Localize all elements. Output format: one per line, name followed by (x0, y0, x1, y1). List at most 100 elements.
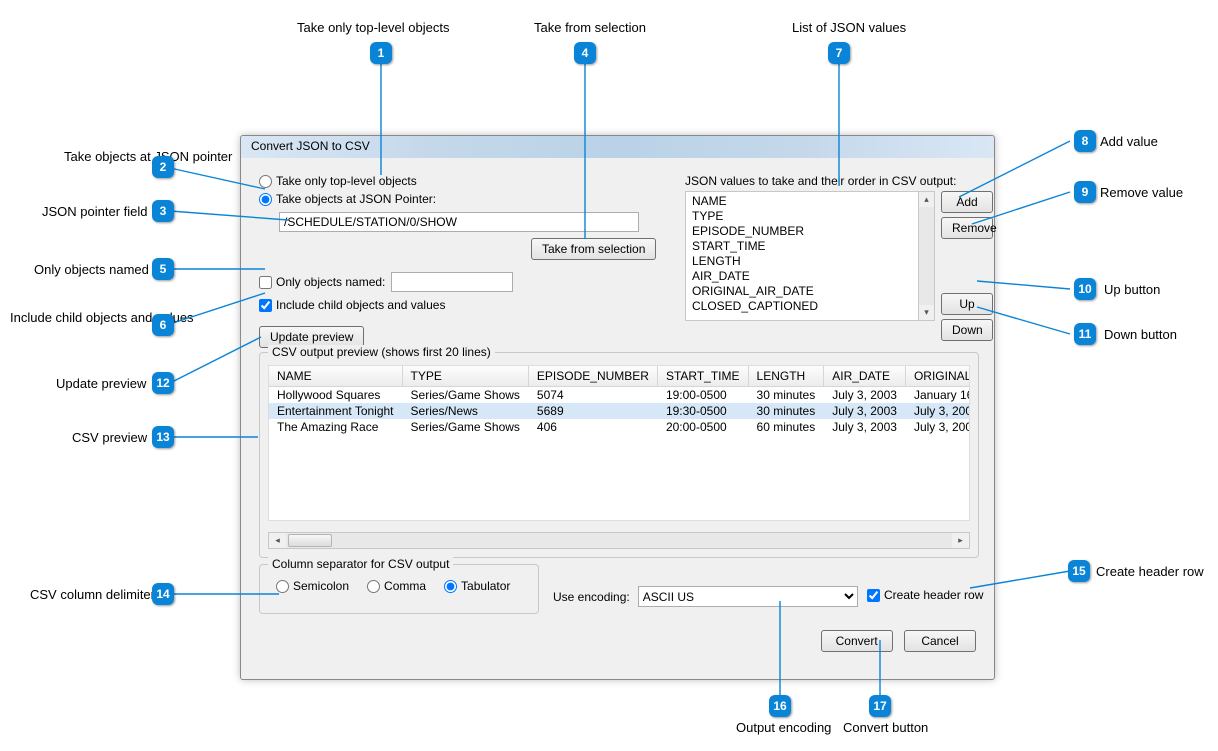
table-cell: July 3, 2003 (824, 403, 906, 419)
annotation-marker-12: 12 (152, 372, 174, 394)
dialog-title: Convert JSON to CSV (241, 136, 994, 158)
csv-preview-legend: CSV output preview (shows first 20 lines… (268, 345, 495, 359)
annotation-marker-10: 10 (1074, 278, 1096, 300)
annotation-label-11: Down button (1104, 327, 1177, 342)
annotation-marker-9: 9 (1074, 181, 1096, 203)
table-cell: Entertainment Tonight (269, 403, 402, 419)
table-header-cell[interactable]: ORIGINAL (905, 366, 970, 387)
include-child-objects-label: Include child objects and values (276, 298, 445, 312)
annotation-label-16: Output encoding (736, 720, 831, 735)
radio-semicolon[interactable] (276, 580, 289, 593)
scroll-left-arrow-icon[interactable]: ◂ (269, 533, 286, 548)
list-item[interactable]: EPISODE_NUMBER (692, 224, 912, 239)
convert-button[interactable]: Convert (821, 630, 893, 652)
checkbox-only-objects-named[interactable] (259, 276, 272, 289)
checkbox-create-header-row[interactable] (867, 589, 880, 602)
table-header-cell[interactable]: NAME (269, 366, 402, 387)
annotation-marker-15: 15 (1068, 560, 1090, 582)
checkbox-include-child-objects[interactable] (259, 299, 272, 312)
annotation-marker-13: 13 (152, 426, 174, 448)
table-row[interactable]: Entertainment TonightSeries/News568919:3… (269, 403, 970, 419)
annotation-label-3: JSON pointer field (42, 204, 146, 219)
table-cell: 19:00-0500 (657, 387, 748, 404)
table-cell: 30 minutes (748, 387, 824, 404)
table-cell: 5074 (528, 387, 657, 404)
annotation-marker-11: 11 (1074, 323, 1096, 345)
add-button[interactable]: Add (941, 191, 993, 213)
table-header-cell[interactable]: START_TIME (657, 366, 748, 387)
table-row[interactable]: Hollywood SquaresSeries/Game Shows507419… (269, 387, 970, 404)
table-cell: July 3, 2003 (824, 419, 906, 435)
annotation-label-10: Up button (1104, 282, 1160, 297)
listbox-scrollbar[interactable]: ▴ ▾ (918, 191, 935, 321)
annotation-marker-4: 4 (574, 42, 596, 64)
csv-preview-group: CSV output preview (shows first 20 lines… (259, 352, 979, 558)
radio-top-level-objects[interactable] (259, 175, 272, 188)
radio-json-pointer[interactable] (259, 193, 272, 206)
column-separator-group: Column separator for CSV output Semicolo… (259, 564, 539, 614)
up-button[interactable]: Up (941, 293, 993, 315)
cancel-button[interactable]: Cancel (904, 630, 976, 652)
only-objects-named-field[interactable] (391, 272, 513, 292)
table-header-cell[interactable]: EPISODE_NUMBER (528, 366, 657, 387)
radio-comma[interactable] (367, 580, 380, 593)
annotation-marker-5: 5 (152, 258, 174, 280)
radio-top-level-objects-label: Take only top-level objects (276, 174, 417, 188)
list-item[interactable]: LENGTH (692, 254, 912, 269)
preview-horizontal-scrollbar[interactable]: ◂ ▸ (268, 532, 970, 549)
annotation-label-1: Take only top-level objects (297, 20, 449, 35)
scroll-up-arrow-icon[interactable]: ▴ (919, 192, 934, 207)
table-cell: 406 (528, 419, 657, 435)
annotation-label-13: CSV preview (72, 430, 146, 445)
annotation-marker-2: 2 (152, 156, 174, 178)
annotation-label-4: Take from selection (534, 20, 646, 35)
convert-json-to-csv-dialog: Convert JSON to CSV Take only top-level … (240, 135, 995, 680)
table-cell: 30 minutes (748, 403, 824, 419)
annotation-marker-6: 6 (152, 314, 174, 336)
radio-tabulator[interactable] (444, 580, 457, 593)
radio-semicolon-label: Semicolon (293, 579, 349, 593)
use-encoding-label: Use encoding: (553, 590, 630, 604)
table-row[interactable]: The Amazing RaceSeries/Game Shows40620:0… (269, 419, 970, 435)
table-cell: 20:00-0500 (657, 419, 748, 435)
annotation-marker-8: 8 (1074, 130, 1096, 152)
table-cell: July 3, 2003 (824, 387, 906, 404)
list-item[interactable]: AIR_DATE (692, 269, 912, 284)
annotation-marker-17: 17 (869, 695, 891, 717)
csv-preview-table[interactable]: NAMETYPEEPISODE_NUMBERSTART_TIMELENGTHAI… (268, 365, 970, 521)
list-item[interactable]: NAME (692, 194, 912, 209)
radio-tabulator-label: Tabulator (461, 579, 510, 593)
only-objects-named-label: Only objects named: (276, 275, 385, 289)
list-item[interactable]: CLOSED_CAPTIONED (692, 299, 912, 314)
encoding-select[interactable]: ASCII US (638, 586, 858, 607)
json-values-listbox[interactable]: NAMETYPEEPISODE_NUMBERSTART_TIMELENGTHAI… (685, 191, 918, 321)
table-cell: 5689 (528, 403, 657, 419)
table-cell: 19:30-0500 (657, 403, 748, 419)
down-button[interactable]: Down (941, 319, 993, 341)
list-item[interactable]: START_TIME (692, 239, 912, 254)
list-item[interactable]: TYPE (692, 209, 912, 224)
annotation-label-9: Remove value (1100, 185, 1183, 200)
annotation-marker-1: 1 (370, 42, 392, 64)
create-header-row-label: Create header row (884, 588, 983, 602)
annotation-label-2: Take objects at JSON pointer (64, 149, 146, 164)
annotation-label-15: Create header row (1096, 564, 1204, 579)
take-from-selection-button[interactable]: Take from selection (531, 238, 656, 260)
table-cell: January 16 (905, 387, 970, 404)
table-header-cell[interactable]: AIR_DATE (824, 366, 906, 387)
annotation-label-17: Convert button (843, 720, 928, 735)
scrollbar-thumb[interactable] (288, 534, 332, 547)
scroll-right-arrow-icon[interactable]: ▸ (952, 533, 969, 548)
annotation-marker-14: 14 (152, 583, 174, 605)
radio-json-pointer-label: Take objects at JSON Pointer: (276, 192, 436, 206)
annotation-label-6: Include child objects and values (10, 310, 146, 325)
json-values-label: JSON values to take and their order in C… (685, 174, 956, 188)
remove-button[interactable]: Remove (941, 217, 993, 239)
table-header-cell[interactable]: TYPE (402, 366, 528, 387)
json-pointer-field[interactable] (279, 212, 639, 232)
scroll-down-arrow-icon[interactable]: ▾ (919, 305, 934, 320)
list-item[interactable]: ORIGINAL_AIR_DATE (692, 284, 912, 299)
table-header-cell[interactable]: LENGTH (748, 366, 824, 387)
table-cell: 60 minutes (748, 419, 824, 435)
column-separator-legend: Column separator for CSV output (268, 557, 453, 571)
